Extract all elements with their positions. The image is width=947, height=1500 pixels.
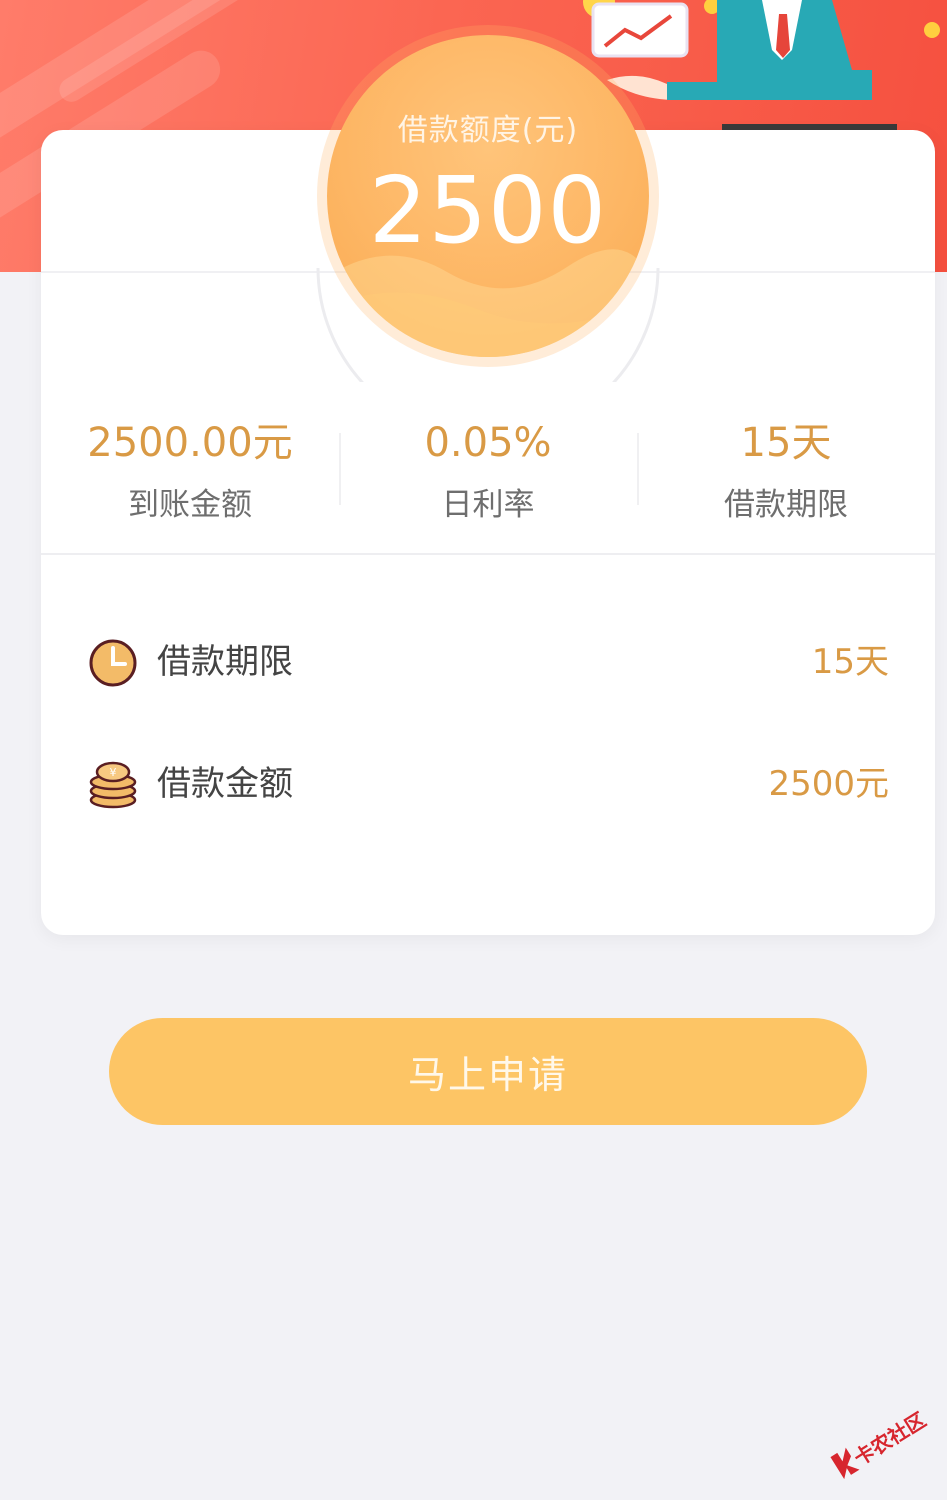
stat-value: 2500.00元 [87,420,293,466]
clock-icon [89,639,137,687]
detail-row-amount: ¥ 借款金额 2500元 [89,754,889,814]
divider [41,553,935,555]
watermark-logo: 卡农社区 [825,1393,947,1499]
watermark-text: 卡农社区 [849,1407,931,1471]
detail-value: 15天 [811,642,889,682]
stat-loan-term: 15天 借款期限 [637,415,935,531]
stat-label: 日利率 [441,487,535,523]
credit-limit-amount: 2500 [368,157,608,264]
stat-daily-rate: 0.05% 日利率 [339,415,637,531]
coin-stack-icon: ¥ [89,761,137,809]
stat-value: 15天 [740,420,832,466]
credit-limit-circle: 借款额度(元) 2500 [327,35,649,357]
detail-label: 借款金额 [157,764,293,804]
loan-card: 借款额度(元) 2500 2500.00元 到账金额 0.05% 日利率 15天… [41,35,935,935]
stat-received-amount: 2500.00元 到账金额 [41,415,339,531]
stat-label: 到账金额 [128,487,252,523]
detail-row-term: 借款期限 15天 [89,632,889,692]
credit-limit-caption: 借款额度(元) [397,113,579,148]
svg-text:¥: ¥ [110,766,117,779]
stat-label: 借款期限 [724,487,848,523]
stat-value: 0.05% [424,420,552,466]
detail-value: 2500元 [768,764,889,804]
detail-label: 借款期限 [157,642,293,682]
apply-now-button[interactable]: 马上申请 [109,1018,867,1125]
loan-stats: 2500.00元 到账金额 0.05% 日利率 15天 借款期限 [41,405,935,535]
